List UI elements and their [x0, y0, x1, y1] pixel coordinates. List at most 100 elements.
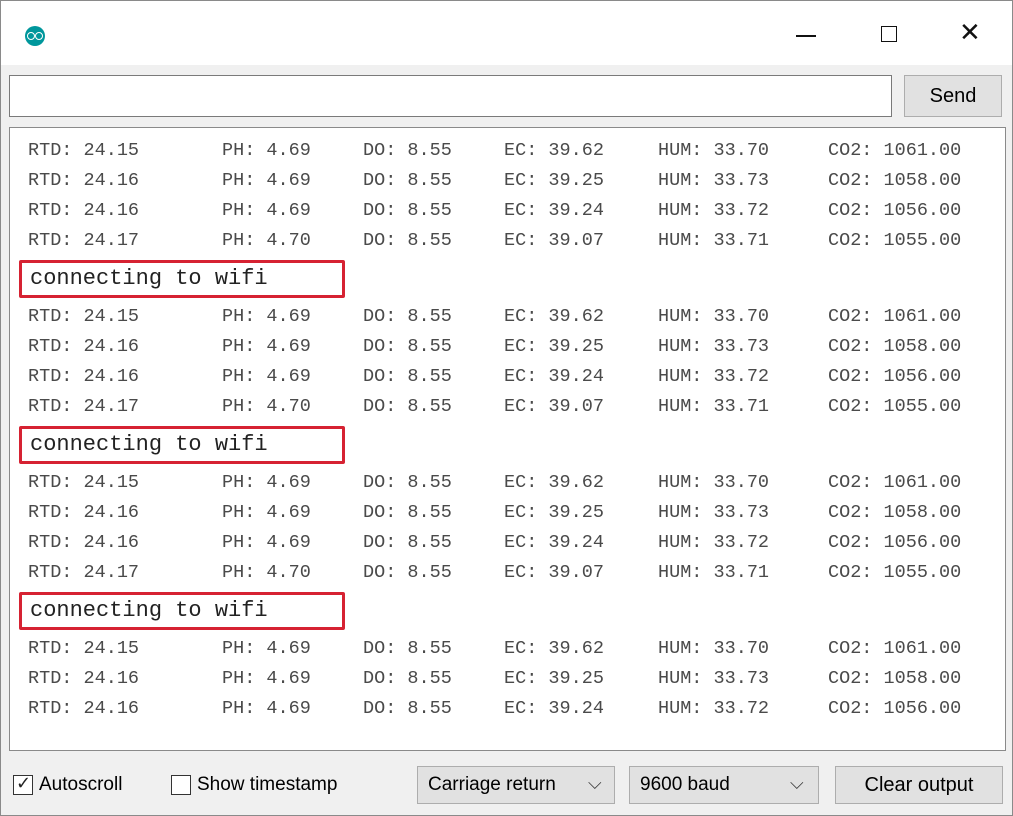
serial-value: CO2: 1056.00	[828, 532, 962, 553]
serial-value: EC: 39.62	[504, 472, 604, 493]
serial-value: HUM: 33.71	[658, 396, 770, 417]
maximize-icon	[881, 26, 897, 42]
checkmark-icon: ✓	[16, 773, 32, 794]
serial-value: CO2: 1056.00	[828, 200, 962, 221]
send-button[interactable]: Send	[904, 75, 1002, 117]
serial-value: PH: 4.69	[222, 698, 311, 719]
autoscroll-label: Autoscroll	[39, 774, 123, 795]
serial-value: DO: 8.55	[363, 638, 452, 659]
serial-value: EC: 39.07	[504, 562, 604, 583]
serial-value: EC: 39.25	[504, 502, 604, 523]
serial-value: EC: 39.25	[504, 170, 604, 191]
serial-value: HUM: 33.70	[658, 638, 770, 659]
chevron-down-icon: ⌵	[588, 773, 602, 794]
serial-value: HUM: 33.70	[658, 140, 770, 161]
serial-value: CO2: 1058.00	[828, 668, 962, 689]
serial-value: RTD: 24.16	[28, 366, 140, 387]
serial-value: PH: 4.69	[222, 502, 311, 523]
serial-value: EC: 39.07	[504, 396, 604, 417]
serial-value: DO: 8.55	[363, 562, 452, 583]
serial-value: RTD: 24.17	[28, 396, 140, 417]
serial-value: DO: 8.55	[363, 306, 452, 327]
serial-value: RTD: 24.17	[28, 562, 140, 583]
serial-value: DO: 8.55	[363, 170, 452, 191]
serial-value: PH: 4.69	[222, 336, 311, 357]
close-button[interactable]: ✕	[942, 11, 1002, 55]
autoscroll-toggle[interactable]: ✓ Autoscroll	[13, 772, 122, 798]
serial-value: RTD: 24.17	[28, 230, 140, 251]
serial-value: RTD: 24.16	[28, 336, 140, 357]
serial-value: CO2: 1061.00	[828, 306, 962, 327]
wifi-status-message: connecting to wifi	[19, 592, 345, 630]
serial-value: PH: 4.69	[222, 668, 311, 689]
serial-value: DO: 8.55	[363, 396, 452, 417]
serial-value: RTD: 24.15	[28, 472, 140, 493]
serial-value: EC: 39.07	[504, 230, 604, 251]
serial-value: CO2: 1056.00	[828, 698, 962, 719]
serial-value: PH: 4.69	[222, 140, 311, 161]
serial-value: RTD: 24.16	[28, 502, 140, 523]
show-timestamp-checkbox[interactable]	[171, 775, 191, 795]
serial-value: PH: 4.69	[222, 306, 311, 327]
serial-value: RTD: 24.15	[28, 140, 140, 161]
close-icon: ✕	[959, 18, 981, 48]
serial-value: PH: 4.69	[222, 472, 311, 493]
serial-value: RTD: 24.16	[28, 200, 140, 221]
minimize-button[interactable]	[776, 11, 836, 55]
serial-value: EC: 39.24	[504, 532, 604, 553]
serial-value: DO: 8.55	[363, 200, 452, 221]
serial-value: DO: 8.55	[363, 230, 452, 251]
serial-value: CO2: 1058.00	[828, 170, 962, 191]
serial-send-input[interactable]	[9, 75, 892, 117]
serial-value: HUM: 33.70	[658, 472, 770, 493]
serial-value: PH: 4.70	[222, 396, 311, 417]
clear-output-button[interactable]: Clear output	[835, 766, 1003, 804]
serial-value: HUM: 33.71	[658, 562, 770, 583]
serial-value: DO: 8.55	[363, 502, 452, 523]
chevron-down-icon: ⌵	[790, 773, 804, 794]
serial-value: RTD: 24.15	[28, 306, 140, 327]
line-ending-select[interactable]: Carriage return ⌵	[417, 766, 615, 804]
baud-rate-value: 9600 baud	[640, 774, 730, 795]
line-ending-value: Carriage return	[428, 774, 556, 795]
serial-value: HUM: 33.72	[658, 366, 770, 387]
serial-value: HUM: 33.73	[658, 336, 770, 357]
title-bar[interactable]: ✕	[1, 1, 1012, 65]
minimize-icon	[796, 35, 816, 37]
serial-value: RTD: 24.16	[28, 668, 140, 689]
serial-value: PH: 4.69	[222, 170, 311, 191]
serial-value: CO2: 1056.00	[828, 366, 962, 387]
serial-value: DO: 8.55	[363, 532, 452, 553]
serial-value: HUM: 33.73	[658, 170, 770, 191]
serial-value: RTD: 24.16	[28, 170, 140, 191]
serial-value: EC: 39.62	[504, 638, 604, 659]
serial-value: PH: 4.69	[222, 638, 311, 659]
autoscroll-checkbox[interactable]: ✓	[13, 773, 33, 795]
serial-value: PH: 4.70	[222, 562, 311, 583]
serial-value: CO2: 1061.00	[828, 638, 962, 659]
serial-value: HUM: 33.70	[658, 306, 770, 327]
serial-value: RTD: 24.15	[28, 638, 140, 659]
maximize-button[interactable]	[860, 11, 920, 55]
serial-value: RTD: 24.16	[28, 698, 140, 719]
serial-value: EC: 39.25	[504, 336, 604, 357]
serial-value: EC: 39.24	[504, 698, 604, 719]
bottom-toolbar: ✓ Autoscroll Show timestamp Carriage ret…	[1, 753, 1012, 815]
show-timestamp-toggle[interactable]: Show timestamp	[171, 772, 337, 798]
serial-value: RTD: 24.16	[28, 532, 140, 553]
serial-value: PH: 4.69	[222, 200, 311, 221]
wifi-status-message: connecting to wifi	[19, 426, 345, 464]
serial-value: EC: 39.62	[504, 306, 604, 327]
serial-value: HUM: 33.72	[658, 532, 770, 553]
serial-value: PH: 4.70	[222, 230, 311, 251]
serial-output[interactable]: RTD: 24.15 PH: 4.69 DO: 8.55 EC: 39.62 HUM: …	[9, 127, 1006, 751]
show-timestamp-label: Show timestamp	[197, 774, 338, 795]
serial-value: PH: 4.69	[222, 532, 311, 553]
baud-rate-select[interactable]: 9600 baud ⌵	[629, 766, 819, 804]
serial-value: DO: 8.55	[363, 668, 452, 689]
serial-value: HUM: 33.72	[658, 200, 770, 221]
serial-value: CO2: 1058.00	[828, 336, 962, 357]
serial-value: EC: 39.25	[504, 668, 604, 689]
serial-value: CO2: 1055.00	[828, 396, 962, 417]
serial-value: EC: 39.62	[504, 140, 604, 161]
